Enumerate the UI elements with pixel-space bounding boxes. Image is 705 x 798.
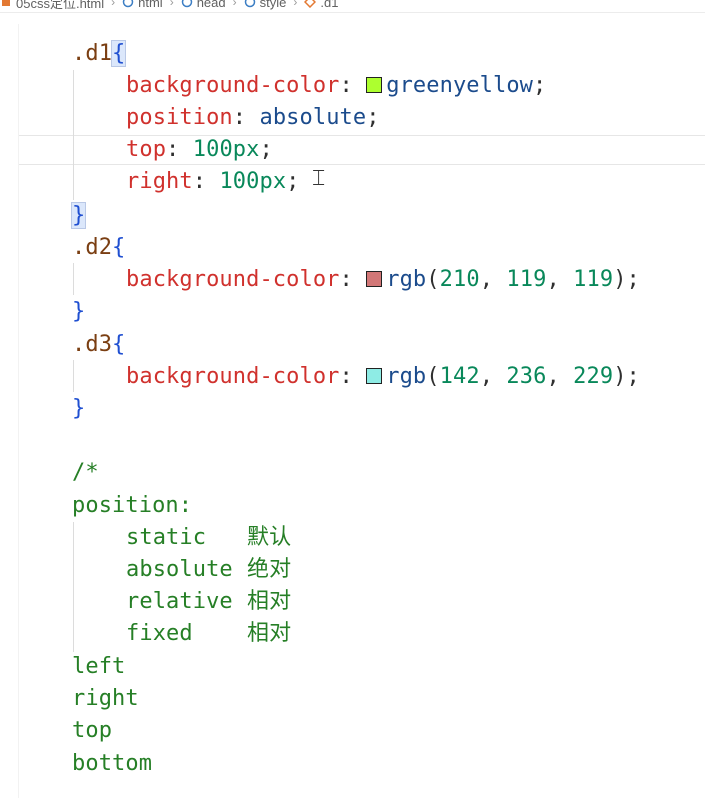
chevron-right-icon: › bbox=[293, 0, 298, 9]
breadcrumb-label: .d1 bbox=[320, 0, 339, 10]
code-line[interactable]: fixed 相对 bbox=[72, 618, 291, 650]
css-property: right bbox=[126, 169, 193, 194]
css-number: 119 bbox=[573, 267, 614, 292]
code-line[interactable]: /* bbox=[72, 457, 99, 489]
css-number: 236 bbox=[506, 364, 547, 389]
editor-gutter bbox=[0, 24, 19, 798]
code-line[interactable]: absolute 绝对 bbox=[72, 554, 291, 586]
color-swatch[interactable] bbox=[366, 368, 383, 384]
comment-open: /* bbox=[72, 460, 99, 485]
close-brace: } bbox=[72, 299, 86, 324]
code-line[interactable]: static 默认 bbox=[72, 522, 291, 554]
comment-keyword: relative bbox=[126, 589, 233, 614]
code-line[interactable]: .d3{ bbox=[72, 329, 125, 361]
code-line[interactable]: } bbox=[72, 393, 85, 425]
breadcrumb-label: html bbox=[138, 0, 163, 10]
css-selector-icon bbox=[304, 0, 317, 9]
code-line[interactable]: background-color: rgb(142, 236, 229); bbox=[72, 361, 640, 393]
code-line[interactable]: background-color: rgb(210, 119, 119); bbox=[72, 264, 640, 296]
css-value: 100px bbox=[192, 137, 260, 162]
comment-note: 绝对 bbox=[247, 557, 292, 582]
css-selector: .d2 bbox=[72, 235, 113, 260]
css-number: 142 bbox=[439, 364, 480, 389]
css-value: greenyellow bbox=[386, 73, 534, 98]
code-line[interactable]: relative 相对 bbox=[72, 586, 291, 618]
breadcrumb-item-head[interactable]: head bbox=[181, 0, 226, 10]
breadcrumb-item-file[interactable]: 05css定位.html bbox=[0, 0, 104, 12]
css-value: absolute bbox=[259, 105, 367, 130]
code-line[interactable]: top: 100px; bbox=[72, 134, 273, 166]
css-property: background-color bbox=[126, 267, 340, 292]
css-property: background-color bbox=[126, 73, 340, 98]
breadcrumb-label: head bbox=[196, 0, 226, 10]
breadcrumb: 05css定位.html › html › head › style › .d1 bbox=[0, 0, 705, 12]
code-line[interactable]: } bbox=[72, 296, 85, 328]
comment-note: 默认 bbox=[247, 525, 292, 550]
html-file-icon bbox=[0, 0, 12, 8]
chevron-right-icon: › bbox=[232, 0, 237, 9]
comment-offset: bottom bbox=[72, 751, 153, 776]
code-line[interactable]: right: 100px; bbox=[72, 166, 300, 198]
chevron-right-icon: › bbox=[169, 0, 174, 9]
comment-offset: right bbox=[72, 686, 139, 711]
css-number: 119 bbox=[506, 267, 547, 292]
css-selector: .d1 bbox=[72, 41, 113, 66]
code-line[interactable]: background-color: greenyellow; bbox=[72, 70, 546, 102]
divider bbox=[0, 12, 705, 13]
css-property: top bbox=[126, 137, 167, 162]
code-line[interactable]: bottom bbox=[72, 748, 152, 780]
code-line[interactable]: position: absolute; bbox=[72, 102, 380, 134]
comment-keyword: absolute bbox=[126, 557, 233, 582]
open-brace: { bbox=[112, 235, 126, 260]
text-cursor-icon: ⌶ bbox=[312, 166, 326, 191]
css-function: rgb bbox=[386, 364, 427, 389]
element-icon bbox=[122, 0, 134, 8]
comment-keyword: fixed bbox=[126, 621, 193, 646]
comment-heading: position: bbox=[72, 493, 193, 518]
comment-keyword: static bbox=[126, 525, 207, 550]
breadcrumb-item-html[interactable]: html bbox=[122, 0, 163, 10]
css-selector: .d3 bbox=[72, 332, 113, 357]
breadcrumb-label: style bbox=[259, 0, 287, 10]
element-icon bbox=[181, 0, 193, 8]
color-swatch[interactable] bbox=[366, 77, 383, 93]
comment-note: 相对 bbox=[247, 621, 292, 646]
comment-offset: left bbox=[72, 654, 126, 679]
chevron-right-icon: › bbox=[111, 0, 116, 9]
css-number: 229 bbox=[573, 364, 614, 389]
css-function: rgb bbox=[386, 267, 427, 292]
comment-offset: top bbox=[72, 718, 113, 743]
code-line[interactable]: top bbox=[72, 715, 112, 747]
breadcrumb-label: 05css定位.html bbox=[16, 0, 105, 11]
code-line[interactable]: .d1{ bbox=[72, 38, 127, 70]
code-editor[interactable]: .d1{ background-color: greenyellow; posi… bbox=[0, 24, 705, 798]
breadcrumb-item-style[interactable]: style bbox=[244, 0, 287, 10]
open-brace: { bbox=[112, 332, 126, 357]
code-line[interactable]: } bbox=[70, 200, 87, 232]
code-line[interactable]: .d2{ bbox=[72, 232, 125, 264]
css-property: position bbox=[126, 105, 233, 130]
element-icon bbox=[244, 0, 256, 8]
open-brace: { bbox=[111, 40, 127, 67]
close-brace: } bbox=[70, 202, 87, 229]
comment-note: 相对 bbox=[247, 589, 292, 614]
css-number: 210 bbox=[439, 267, 480, 292]
color-swatch[interactable] bbox=[366, 271, 383, 287]
css-value: 100px bbox=[219, 169, 287, 194]
code-line[interactable]: right bbox=[72, 683, 139, 715]
css-property: background-color bbox=[126, 364, 340, 389]
code-line[interactable]: left bbox=[72, 651, 125, 683]
breadcrumb-item-selector[interactable]: .d1 bbox=[304, 0, 338, 10]
code-line[interactable]: position: bbox=[72, 490, 192, 522]
close-brace: } bbox=[72, 396, 86, 421]
